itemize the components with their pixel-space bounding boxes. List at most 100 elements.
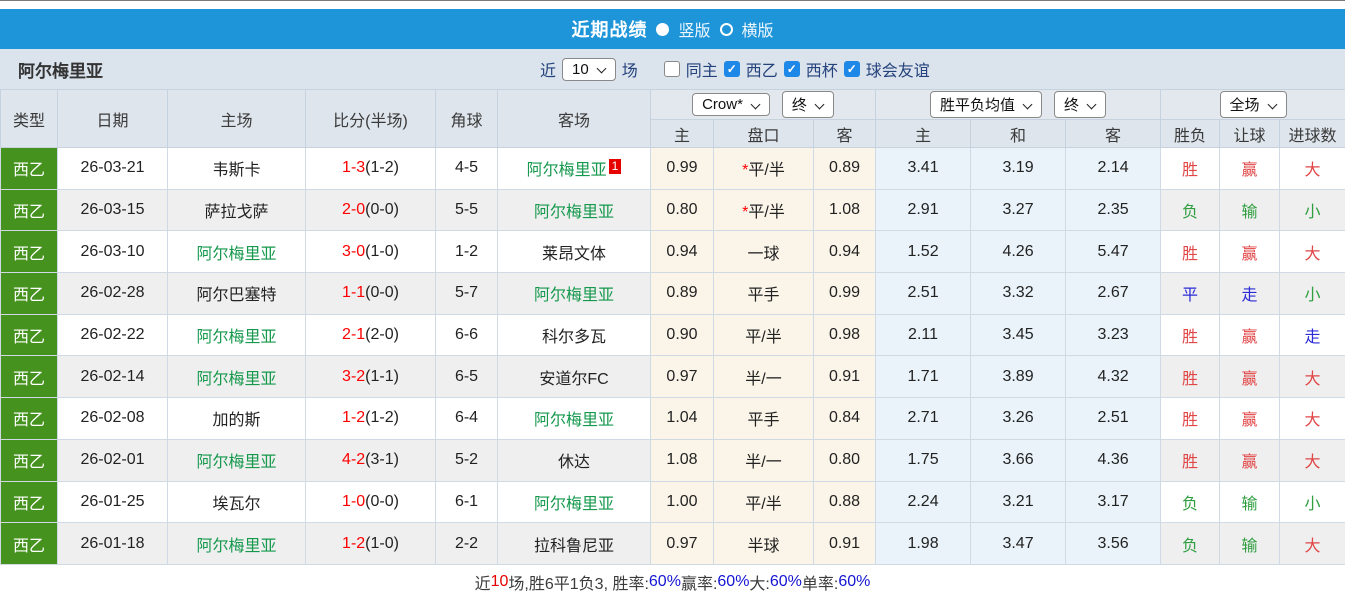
- match-row: 西乙 26-02-08 加的斯 1-2(1-2) 6-4 阿尔梅里亚 1.04 平手 0.84 2…: [0, 397, 1345, 440]
- match-row: 西乙 26-03-15 萨拉戈萨 2-0(0-0) 5-5 阿尔梅里亚 0.80 *平/半 1.…: [0, 188, 1345, 232]
- home-team-cell[interactable]: 阿尔梅里亚: [167, 522, 306, 565]
- avg-draw-cell: 3.89: [970, 355, 1067, 399]
- col-header-score: 比分(半场): [305, 89, 436, 148]
- score-cell[interactable]: 3-2(1-1): [305, 355, 436, 399]
- handicap-name: 一球: [747, 245, 780, 263]
- friendly-label[interactable]: 球会友谊: [866, 57, 930, 81]
- score-cell[interactable]: 3-0(1-0): [305, 230, 436, 274]
- league-label[interactable]: 西乙: [746, 57, 778, 81]
- col-header-odds-away: 客: [812, 119, 877, 148]
- score-cell[interactable]: 2-0(0-0): [305, 188, 436, 232]
- league-type-cell: 西乙: [0, 188, 58, 232]
- handicap-name: 平/半: [748, 162, 785, 180]
- away-team-cell[interactable]: 阿尔梅里亚 1: [497, 147, 651, 190]
- away-team-cell[interactable]: 莱昂文体: [497, 230, 651, 274]
- avg-away-cell: 3.17: [1065, 480, 1162, 524]
- corner-cell: 6-1: [435, 480, 498, 524]
- away-team-cell[interactable]: 休达: [497, 438, 651, 482]
- away-team-cell[interactable]: 阿尔梅里亚: [497, 188, 651, 232]
- half-score: (1-1): [365, 367, 399, 385]
- home-team-cell[interactable]: 埃瓦尔: [167, 480, 306, 524]
- league-type-cell: 西乙: [0, 230, 58, 274]
- bookmaker-select[interactable]: Crow*: [692, 93, 770, 116]
- summary-segment: 场,胜6平1负3, 胜率:: [508, 575, 649, 593]
- score-cell[interactable]: 1-2(1-0): [305, 522, 436, 565]
- home-team-cell[interactable]: 阿尔巴塞特: [167, 272, 306, 315]
- summary-segment: 赢率:: [680, 575, 718, 593]
- home-odds-cell: 0.97: [650, 355, 714, 399]
- full-score: 1-2: [342, 409, 366, 427]
- avg-home-cell: 2.24: [875, 480, 972, 524]
- match-row: 西乙 26-03-10 阿尔梅里亚 3-0(1-0) 1-2 莱昂文体 0.94 一球 0.94…: [0, 230, 1345, 274]
- away-team-cell[interactable]: 阿尔梅里亚: [497, 480, 651, 524]
- cup-label[interactable]: 西杯: [806, 57, 838, 81]
- score-cell[interactable]: 2-1(2-0): [305, 313, 436, 357]
- league-type-cell: 西乙: [0, 355, 58, 399]
- summary-segment: 60%: [648, 572, 681, 590]
- league-checkbox[interactable]: ✓: [723, 61, 740, 77]
- period-select[interactable]: 全场: [1219, 91, 1287, 118]
- avg-away-cell: 3.23: [1065, 313, 1162, 357]
- home-odds-cell: 1.00: [650, 480, 714, 524]
- away-team-cell[interactable]: 拉科鲁尼亚: [497, 522, 651, 565]
- handicap-name: 半/一: [745, 454, 782, 472]
- league-type-cell: 西乙: [0, 438, 58, 482]
- summary-line: 近 10 场,胜6平1负3, 胜率: 60% 赢率: 60% 大: 60% 单率: 60%: [0, 564, 1345, 597]
- same-home-checkbox[interactable]: [663, 61, 680, 77]
- date-cell: 26-02-28: [57, 272, 168, 315]
- away-team-cell[interactable]: 科尔多瓦: [497, 313, 651, 357]
- half-score: (1-2): [365, 409, 399, 427]
- friendly-checkbox[interactable]: ✓: [843, 61, 860, 77]
- score-cell[interactable]: 1-2(1-2): [305, 397, 436, 440]
- handicap-cell: 平/半: [713, 480, 814, 524]
- vertical-view-radio[interactable]: [656, 22, 670, 36]
- score-cell[interactable]: 1-0(0-0): [305, 480, 436, 524]
- score-cell[interactable]: 4-2(3-1): [305, 438, 436, 482]
- home-team-cell[interactable]: 阿尔梅里亚: [167, 313, 306, 357]
- home-team-cell[interactable]: 加的斯: [167, 397, 306, 440]
- average-time-select[interactable]: 终: [1054, 91, 1107, 118]
- date-cell: 26-02-01: [57, 438, 168, 482]
- home-team-cell[interactable]: 阿尔梅里亚: [167, 438, 306, 482]
- horizontal-view-radio[interactable]: [719, 22, 733, 36]
- vertical-view-label[interactable]: 竖版: [678, 17, 710, 41]
- odds-time-select[interactable]: 终: [781, 91, 834, 118]
- col-header-avg-home: 主: [875, 119, 972, 148]
- avg-home-cell: 1.52: [875, 230, 972, 274]
- team-name: 阿尔梅里亚: [18, 61, 103, 81]
- corner-cell: 5-7: [435, 272, 498, 315]
- home-team-cell[interactable]: 韦斯卡: [167, 147, 306, 190]
- home-team-cell[interactable]: 阿尔梅里亚: [167, 355, 306, 399]
- home-team-cell[interactable]: 阿尔梅里亚: [167, 230, 306, 274]
- avg-away-cell: 2.14: [1065, 147, 1162, 190]
- match-row: 西乙 26-02-22 阿尔梅里亚 2-1(2-0) 6-6 科尔多瓦 0.90 平/半 0.9…: [0, 313, 1345, 357]
- result-handicap-cell: 赢: [1219, 438, 1281, 482]
- home-team-name: 阿尔梅里亚: [196, 245, 277, 263]
- same-home-label[interactable]: 同主: [686, 57, 718, 81]
- away-team-cell[interactable]: 阿尔梅里亚: [497, 272, 651, 315]
- match-count-select[interactable]: 10: [562, 57, 616, 81]
- score-cell[interactable]: 1-1(0-0): [305, 272, 436, 315]
- date-cell: 26-02-08: [57, 397, 168, 440]
- avg-home-cell: 1.71: [875, 355, 972, 399]
- date-cell: 26-02-14: [57, 355, 168, 399]
- home-team-cell[interactable]: 萨拉戈萨: [167, 188, 306, 232]
- result-handicap-cell: 赢: [1219, 355, 1281, 399]
- cup-checkbox[interactable]: ✓: [783, 61, 800, 77]
- horizontal-view-label[interactable]: 横版: [742, 17, 774, 41]
- score-cell[interactable]: 1-3(1-2): [305, 147, 436, 190]
- col-header-let: 让球: [1219, 119, 1281, 148]
- home-odds-cell: 0.90: [650, 313, 714, 357]
- handicap-name: 平手: [747, 412, 780, 430]
- results-table: 类型 日期 主场 比分(半场) 角球 客场 Crow* 终 胜平负均值 终 全场…: [0, 89, 1345, 565]
- handicap-name: 平/半: [745, 495, 782, 513]
- result-wdl-cell: 胜: [1160, 355, 1221, 399]
- away-team-cell[interactable]: 阿尔梅里亚: [497, 397, 651, 440]
- away-team-name: 科尔多瓦: [541, 329, 606, 347]
- away-team-cell[interactable]: 安道尔FC: [497, 355, 651, 399]
- away-team-name: 阿尔梅里亚: [526, 162, 607, 180]
- chevron-down-icon: [597, 65, 606, 73]
- average-type-select[interactable]: 胜平负均值: [930, 91, 1043, 118]
- avg-home-cell: 1.75: [875, 438, 972, 482]
- away-odds-cell: 0.91: [812, 355, 877, 399]
